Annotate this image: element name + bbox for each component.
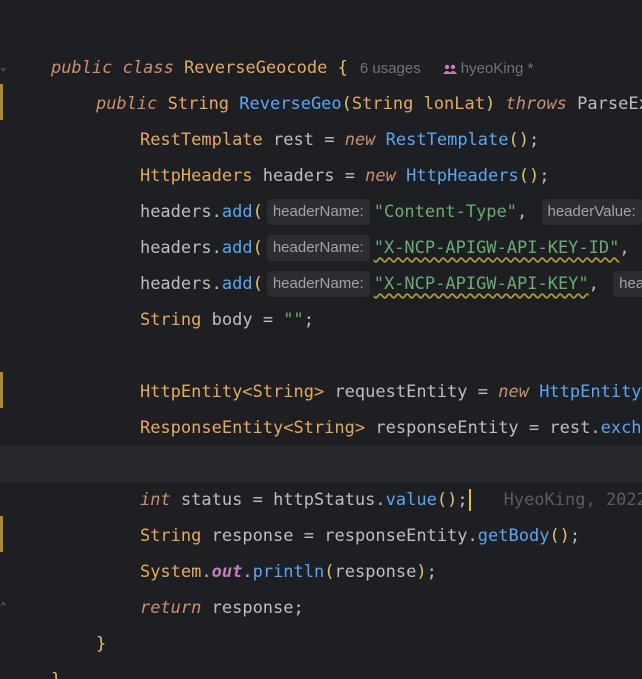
code-line-method-declaration[interactable]: public String ReverseGeo(String lonLat) … [0, 50, 642, 114]
code-line-class-close[interactable]: } [0, 626, 642, 679]
code-line-method-close[interactable]: } [0, 590, 642, 654]
code-line[interactable]: HttpEntity<String> requestEntity = new H… [0, 338, 642, 402]
code-line[interactable]: ResponseEntity<String> responseEntity = … [0, 374, 642, 438]
code-line[interactable]: RestTemplate rest = new RestTemplate(); [0, 86, 642, 150]
variable-name: body [211, 310, 253, 330]
code-editor[interactable]: ⌄ ⌃ public class ReverseGeocode {6 usage… [0, 0, 642, 679]
code-line[interactable]: String response = responseEntity.getBody… [0, 482, 642, 546]
code-line-current[interactable]: int status = httpStatus.value(); HyeoKing… [0, 446, 642, 511]
code-line[interactable]: headers.add(headerName: "Content-Type", h… [0, 158, 642, 225]
type-name: String [139, 310, 202, 330]
code-line[interactable]: String body = ""; [0, 266, 642, 330]
code-line[interactable]: HttpStatus httpStatus = responseEntity.g… [0, 410, 642, 474]
close-brace: } [51, 670, 61, 679]
code-line-class-declaration[interactable]: public class ReverseGeocode {6 usages hye… [0, 14, 642, 78]
code-line[interactable]: headers.add(headerName: "X-NCP-APIGW-API-… [0, 230, 642, 297]
string-literal: "" [283, 310, 304, 330]
code-line[interactable]: return response; [0, 554, 642, 618]
code-line[interactable]: headers.add(headerName: "X-NCP-APIGW-API-… [0, 194, 642, 261]
code-line[interactable]: System.out.println(response); [0, 518, 642, 582]
code-line[interactable]: HttpHeaders headers = new HttpHeaders(); [0, 122, 642, 186]
